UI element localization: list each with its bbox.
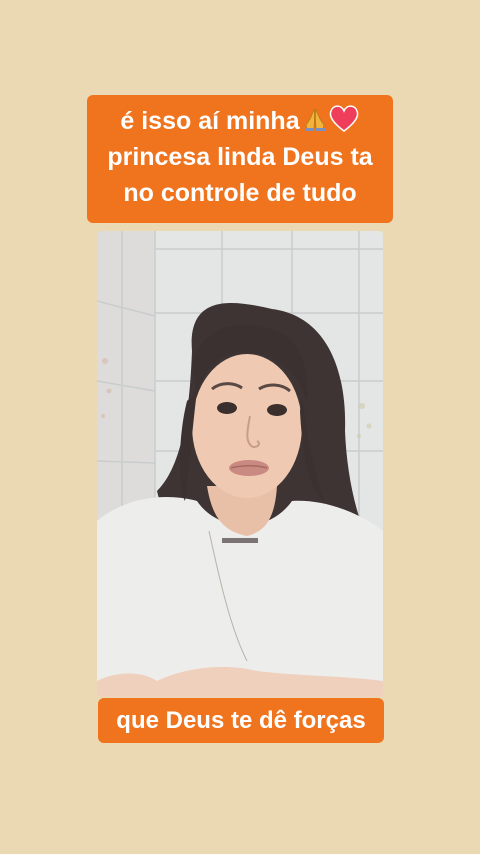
heart-icon (329, 105, 358, 132)
video-scene (97, 231, 383, 697)
video-frame (97, 231, 383, 697)
top-caption-line-3: no controle de tudo (123, 179, 357, 207)
top-caption-line-2: princesa linda Deus ta (107, 143, 373, 171)
bottom-caption: que Deus te dê forças (98, 698, 384, 743)
top-caption: é isso aí minha princesa linda Deus ta n… (87, 95, 393, 223)
top-caption-line-1: é isso aí minha (120, 107, 300, 135)
folded-hands-icon (304, 108, 325, 131)
